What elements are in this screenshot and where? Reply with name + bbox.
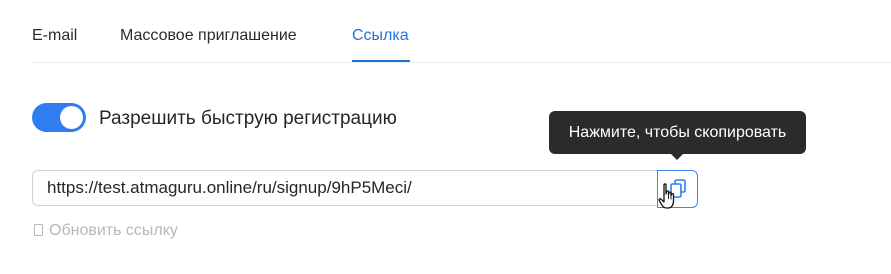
invite-panel: E-mail Массовое приглашение Ссылка Разре… (0, 0, 891, 274)
copy-tooltip: Нажмите, чтобы скопировать (549, 111, 806, 154)
invite-tabs: E-mail Массовое приглашение Ссылка (32, 0, 891, 63)
tab-link[interactable]: Ссылка (352, 26, 409, 46)
tab-bulk-invite[interactable]: Массовое приглашение (120, 26, 297, 46)
refresh-icon (34, 224, 43, 236)
hand-pointer-cursor-icon (658, 183, 675, 209)
copy-tooltip-arrow (670, 153, 684, 160)
refresh-link-button[interactable]: Обновить ссылку (34, 221, 178, 241)
quick-registration-label: Разрешить быструю регистрацию (99, 108, 397, 129)
signup-link-field[interactable] (32, 170, 657, 206)
quick-registration-toggle[interactable] (32, 103, 86, 132)
tab-email[interactable]: E-mail (32, 26, 77, 46)
refresh-link-label: Обновить ссылку (49, 222, 178, 239)
toggle-knob (60, 106, 83, 129)
active-tab-indicator (352, 60, 410, 62)
